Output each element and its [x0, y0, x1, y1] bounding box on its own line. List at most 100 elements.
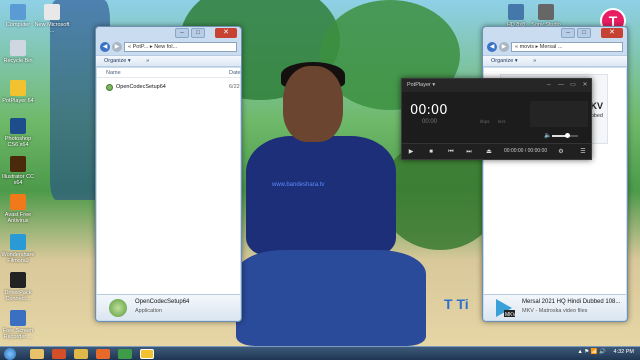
time-separator: /	[524, 148, 527, 154]
desktop-icon-label: Free Screen Recorder ...	[2, 328, 34, 340]
application-large-icon	[109, 299, 127, 317]
application-icon	[106, 84, 113, 91]
play-icon[interactable]: ▶	[406, 147, 416, 157]
column-name[interactable]: Name	[106, 68, 121, 78]
desktop-icon-label: Illustrator CC x64	[1, 174, 35, 186]
file-row[interactable]: OpenCodecSetup64 6/22	[97, 82, 240, 93]
taskbar-firefox-icon[interactable]	[96, 349, 110, 359]
details-type: MKV - Matroska video files	[522, 308, 588, 314]
system-tray: ▲ ⚑ 📶 🔊 4:32 PM	[577, 349, 634, 355]
desktop-icon-1[interactable]: New Microsoft ...	[34, 4, 70, 34]
taskbar: ▲ ⚑ 📶 🔊 4:32 PM	[0, 346, 640, 360]
desktop-icon-label: Wondershare Filmora9	[1, 252, 35, 264]
desktop-icon-9[interactable]: Free Screen Recorder ...	[0, 310, 36, 340]
taskbar-explorer-icon[interactable]	[30, 349, 44, 359]
column-date[interactable]: Date	[229, 68, 241, 78]
desktop-icon-label: PotPlayer 64	[2, 98, 34, 104]
duration-time: 00:00:00	[527, 148, 548, 154]
desktop-icon-7[interactable]: Wondershare Filmora9	[0, 234, 36, 264]
desktop-icon-label: Avast Free Antivirus	[4, 212, 32, 224]
organize-button[interactable]: Organize ▾	[104, 58, 131, 64]
desktop-icon-label: Photoshop CS6 x64	[4, 136, 32, 148]
eject-icon[interactable]: ⏏	[484, 147, 494, 157]
file-date: 6/22	[229, 84, 240, 90]
app-icon	[538, 4, 554, 20]
current-time-display: 00:00	[410, 103, 448, 118]
person-head	[283, 66, 343, 142]
start-button-icon[interactable]	[4, 348, 16, 360]
details-name: OpenCodecSetup64	[135, 299, 190, 305]
app-icon	[10, 118, 26, 134]
sub-time-display: 00:00	[422, 119, 438, 125]
toolbar: Organize ▾ »	[96, 55, 241, 67]
control-bar: ▶ ■ ⏮ ⏭ ⏏ 00:00:00 / 00:00:00 ⚙ ☰	[402, 143, 591, 159]
svg-text:MKV: MKV	[505, 312, 516, 318]
mkv-file-icon: MKV	[494, 298, 517, 318]
potplayer-titlebar[interactable]: PotPlayer ▾ ⇔ — ▭ ✕	[402, 79, 591, 92]
desktop-icon-3[interactable]: PotPlayer 64	[0, 80, 36, 104]
forward-icon[interactable]: ▶	[499, 42, 509, 52]
organize-button[interactable]: Organize ▾	[491, 58, 518, 64]
minimize-icon[interactable]: —	[556, 79, 566, 92]
minimize-button[interactable]: –	[561, 28, 575, 38]
tray-icons[interactable]: ▲ ⚑ 📶 🔊	[577, 349, 606, 355]
desktop-icon-8[interactable]: DriverPack Connect...	[0, 272, 36, 302]
back-icon[interactable]: ◀	[100, 42, 110, 52]
taskbar-potplayer-icon[interactable]	[140, 349, 154, 359]
maximize-button[interactable]: □	[577, 28, 591, 38]
pin-icon[interactable]: ⇔	[544, 79, 554, 92]
close-button[interactable]: ✕	[215, 28, 237, 38]
volume-slider[interactable]	[552, 133, 578, 138]
playlist-menu-icon[interactable]: ☰	[578, 147, 588, 157]
app-icon	[44, 4, 60, 20]
desktop-icon-4[interactable]: Photoshop CS6 x64	[0, 118, 36, 148]
maximize-button[interactable]: □	[191, 28, 205, 38]
desktop-icon-label: New Microsoft ...	[34, 22, 70, 34]
speaker-icon[interactable]: 🔈	[544, 132, 551, 139]
brand-watermark: T Ti	[444, 296, 469, 312]
stop-icon[interactable]: ■	[426, 147, 436, 157]
app-icon	[508, 4, 524, 20]
more-button[interactable]: »	[146, 58, 149, 64]
desktop-icon-2[interactable]: Recycle Bin	[0, 40, 36, 64]
person-shirt	[246, 136, 396, 256]
shirt-watermark-text: www.bandeshara.tv	[272, 182, 325, 188]
column-header-row: Name Date	[97, 68, 241, 78]
bitrate-label: kbps	[480, 119, 490, 124]
desktop-icon-label: Computer	[5, 22, 31, 28]
address-bar[interactable]: « PotP... ▸ New fol...	[124, 42, 237, 52]
explorer-window-right[interactable]: – □ ✕ ◀ ▶ « movis ▸ Mersal ... Organize …	[482, 26, 628, 322]
taskbar-folder-icon[interactable]	[74, 349, 88, 359]
back-icon[interactable]: ◀	[487, 42, 497, 52]
close-icon[interactable]: ✕	[580, 79, 590, 92]
potplayer-window[interactable]: PotPlayer ▾ ⇔ — ▭ ✕ 00:00 00:00 kbps kHz…	[401, 78, 592, 160]
toolbar: Organize ▾ »	[483, 55, 627, 67]
address-bar[interactable]: « movis ▸ Mersal ...	[511, 42, 623, 52]
position-time: 00:00:00	[504, 148, 524, 154]
clock[interactable]: 4:32 PM	[614, 349, 634, 355]
minimize-button[interactable]: –	[175, 28, 189, 38]
settings-gear-icon[interactable]: ⚙	[556, 147, 566, 157]
desktop-icon-6[interactable]: Avast Free Antivirus	[0, 194, 36, 224]
maximize-icon[interactable]: ▭	[568, 79, 578, 92]
forward-icon[interactable]: ▶	[112, 42, 122, 52]
next-icon[interactable]: ⏭	[464, 147, 474, 157]
desktop-icon-sony[interactable]: Sony Studio	[528, 4, 564, 28]
file-list: Name Date OpenCodecSetup64 6/22	[97, 68, 241, 294]
potplayer-menu-button[interactable]: PotPlayer ▾	[407, 82, 435, 88]
app-icon	[10, 194, 26, 210]
app-icon	[10, 80, 26, 96]
app-icon	[10, 40, 26, 56]
taskbar-media-icon[interactable]	[52, 349, 66, 359]
explorer-window-left[interactable]: – □ ✕ ◀ ▶ « PotP... ▸ New fol... Organiz…	[95, 26, 242, 322]
desktop-icon-0[interactable]: Computer	[0, 4, 36, 28]
close-button[interactable]: ✕	[601, 28, 623, 38]
details-type: Application	[135, 308, 162, 314]
info-overlay	[530, 101, 588, 127]
previous-icon[interactable]: ⏮	[446, 147, 456, 157]
more-button[interactable]: »	[533, 58, 536, 64]
taskbar-chrome-icon[interactable]	[118, 349, 132, 359]
volume-handle[interactable]	[565, 133, 570, 138]
desktop-icon-label: DriverPack Connect...	[4, 290, 32, 302]
desktop-icon-5[interactable]: Illustrator CC x64	[0, 156, 36, 186]
